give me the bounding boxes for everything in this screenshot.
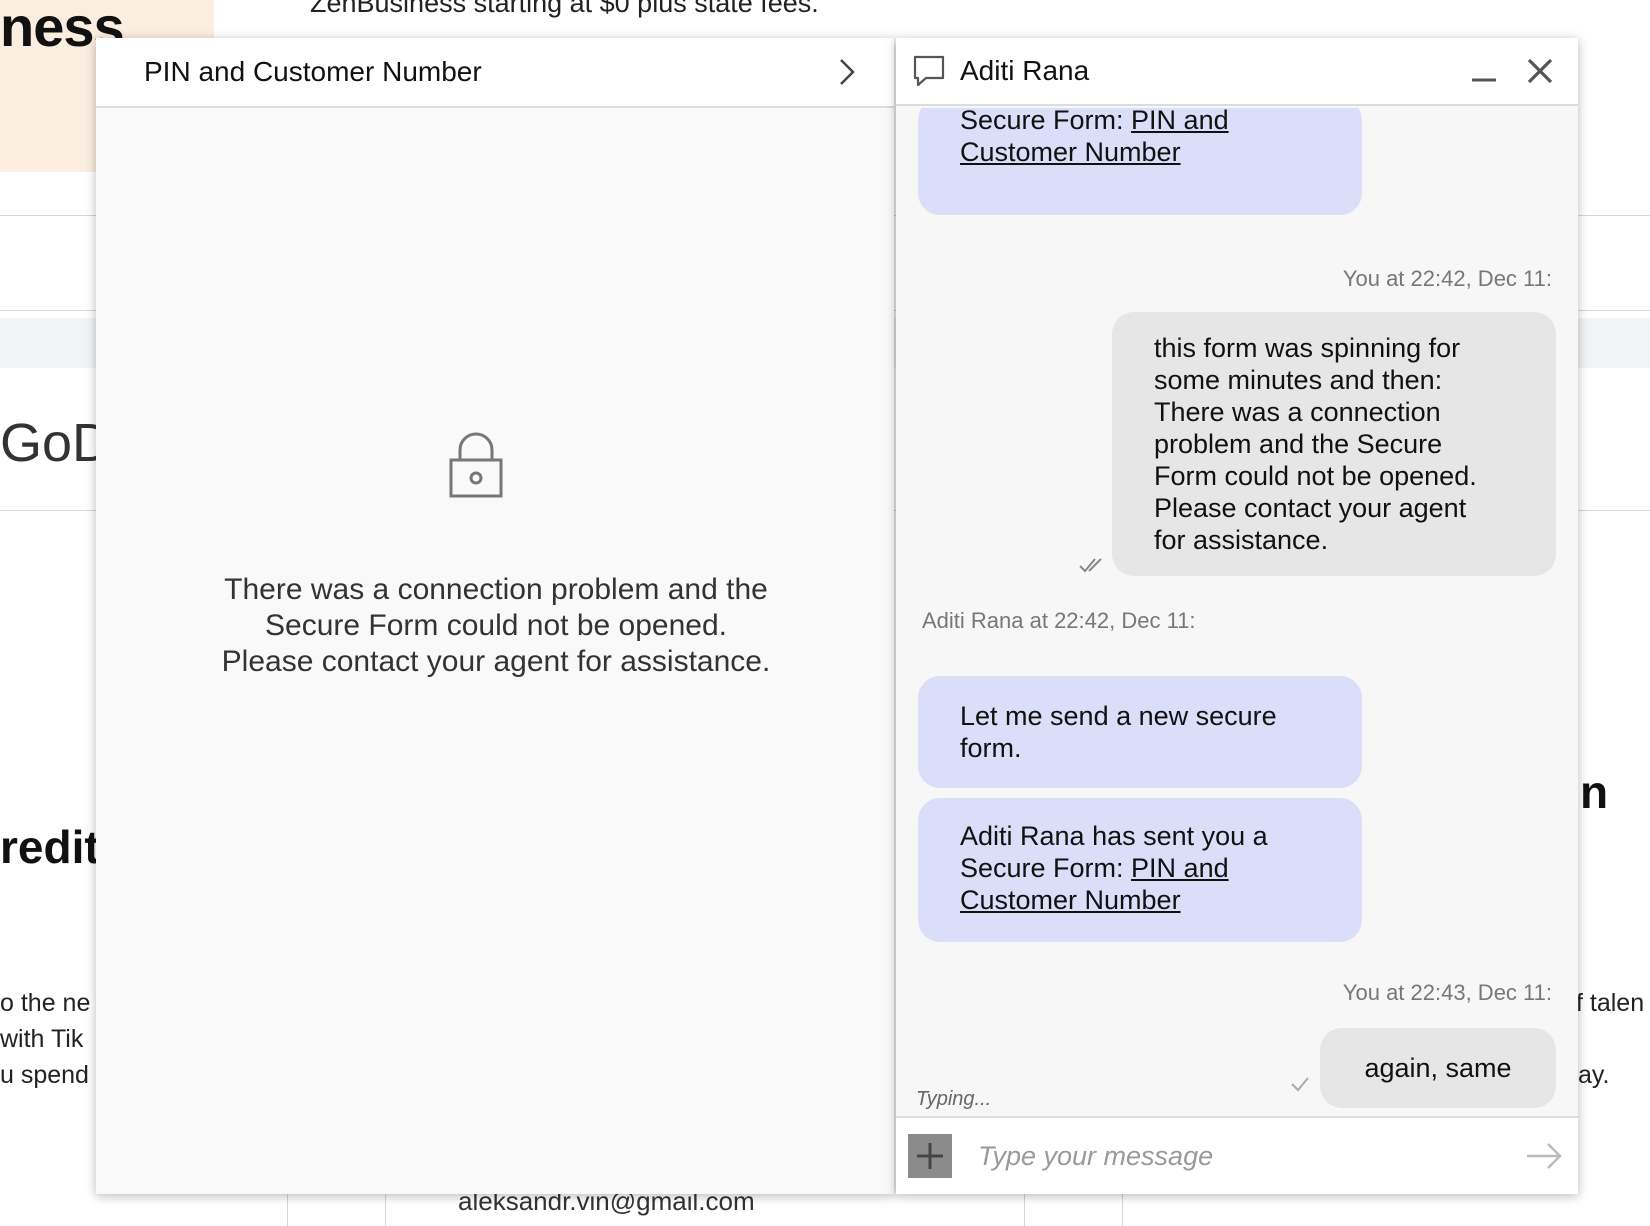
message-line: Form could not be opened. — [1154, 461, 1477, 491]
user-message: this form was spinning for some minutes … — [1112, 312, 1556, 576]
message-composer — [896, 1116, 1578, 1194]
chat-header: Aditi Rana — [896, 38, 1578, 106]
message-line: Customer Number — [960, 884, 1320, 916]
message-line: Customer Number — [960, 136, 1181, 168]
secure-form-link[interactable]: PIN and — [1131, 853, 1229, 883]
chevron-right-icon[interactable] — [832, 57, 862, 87]
close-icon — [1527, 58, 1553, 84]
minimize-button[interactable] — [1462, 49, 1506, 93]
message-line: Aditi Rana has sent you a — [960, 821, 1268, 851]
background-right-heading: n — [1580, 766, 1609, 818]
message-line: for assistance. — [1154, 525, 1329, 555]
message-list[interactable]: Secure Form: PIN and Customer Number You… — [896, 108, 1578, 1123]
send-arrow-icon — [1527, 1143, 1562, 1169]
plus-icon — [917, 1143, 943, 1169]
chat-window: Aditi Rana Secure Form: PIN and Customer… — [896, 38, 1578, 1194]
secure-form-link[interactable]: Customer Number — [960, 137, 1181, 167]
message-line: form. — [960, 733, 1022, 763]
message-timestamp: You at 22:43, Dec 11: — [1342, 980, 1552, 1005]
message-text: again, same — [1364, 1053, 1512, 1083]
add-attachment-button[interactable] — [908, 1134, 952, 1178]
secure-form-link[interactable]: Customer Number — [960, 885, 1181, 915]
secure-form-title: PIN and Customer Number — [144, 56, 482, 87]
error-line: Secure Form could not be opened. — [265, 609, 727, 642]
agent-name: Aditi Rana — [960, 55, 1090, 86]
message-line: Secure Form: PIN and — [960, 108, 1229, 136]
secure-form-panel: PIN and Customer Number There was a conn… — [96, 38, 894, 1194]
background-paragraph-line: f talen — [1576, 989, 1645, 1017]
sent-check-icon — [1291, 1077, 1309, 1092]
agent-message: Secure Form: PIN and Customer Number — [918, 108, 1362, 215]
background-credit-heading: redit — [0, 821, 100, 873]
background-paragraph-line: with Tik — [0, 1025, 84, 1053]
background-paragraph-line: u spend — [0, 1061, 89, 1089]
agent-message: Aditi Rana has sent you a Secure Form: P… — [918, 798, 1362, 942]
message-line: Let me send a new secure — [960, 701, 1277, 731]
read-receipt-icon — [1079, 558, 1102, 573]
close-button[interactable] — [1518, 49, 1562, 93]
secure-form-header: PIN and Customer Number — [96, 38, 894, 108]
message-line: problem and the Secure — [1154, 429, 1443, 459]
connection-error-message: There was a connection problem and the S… — [156, 572, 836, 680]
message-timestamp: You at 22:42, Dec 11: — [1342, 266, 1552, 291]
error-line: Please contact your agent for assistance… — [221, 645, 771, 678]
message-text: Secure Form: — [960, 853, 1132, 883]
minimize-icon — [1472, 78, 1496, 82]
message-timestamp: Aditi Rana at 22:42, Dec 11: — [922, 608, 1196, 633]
user-message: again, same — [1320, 1028, 1556, 1108]
background-paragraph-line: o the ne — [0, 989, 91, 1017]
lock-icon — [449, 432, 503, 498]
error-line: There was a connection problem and the — [224, 573, 768, 606]
background-promo-text: ZenBusiness starting at $0 plus state fe… — [310, 0, 819, 18]
message-line: Please contact your agent — [1154, 493, 1467, 523]
message-line: some minutes and then: — [1154, 365, 1443, 395]
agent-message: Let me send a new secure form. — [918, 676, 1362, 788]
secure-form-link[interactable]: PIN and — [1131, 108, 1229, 135]
message-text: Secure Form: — [960, 108, 1132, 135]
message-line: this form was spinning for — [1154, 333, 1461, 363]
message-line: Secure Form: PIN and — [960, 852, 1320, 884]
background-paragraph-line: ay. — [1578, 1061, 1610, 1089]
typing-indicator: Typing... — [916, 1088, 992, 1110]
send-button[interactable] — [1522, 1134, 1566, 1178]
message-input[interactable] — [976, 1139, 1522, 1173]
chat-bubble-icon — [913, 55, 945, 87]
message-line: There was a connection — [1154, 397, 1441, 427]
